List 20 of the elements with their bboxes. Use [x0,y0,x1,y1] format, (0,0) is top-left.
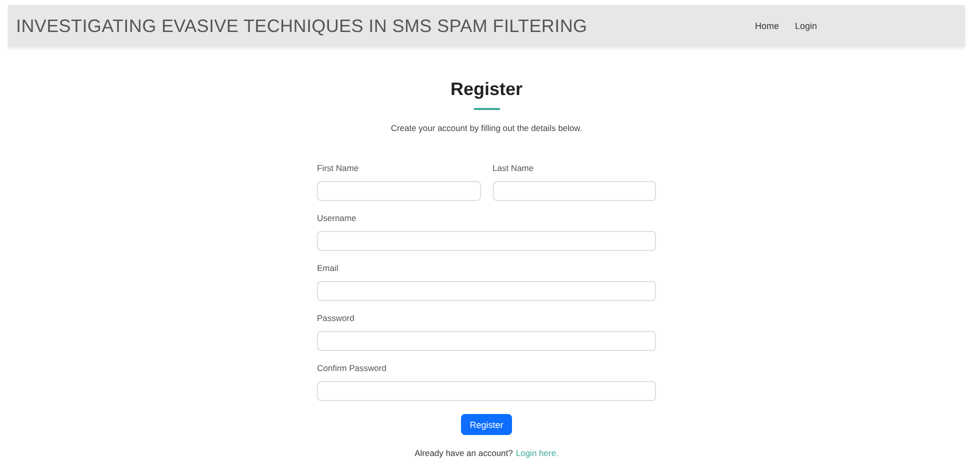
register-button[interactable]: Register [460,414,512,435]
site-title: INVESTIGATING EVASIVE TECHNIQUES IN SMS SPAM FILTERING [16,16,588,36]
input-field[interactable] [317,281,656,301]
heading-underline [474,108,500,110]
input-field[interactable] [492,181,656,201]
nav-link[interactable]: Home [755,21,780,31]
field-label: Confirm Password [317,363,388,374]
input-field[interactable] [317,331,656,351]
nav-link[interactable]: Login [795,21,818,31]
input-field[interactable] [317,381,656,401]
field-label: First Name [317,163,360,174]
input-field[interactable] [317,181,480,201]
field-label: Username [317,213,358,224]
field-label: Email [317,263,340,274]
field-label: Last Name [492,163,535,174]
field-label: Password [317,313,356,324]
input-field[interactable] [317,231,656,251]
page-heading: Register [450,78,523,100]
subtitle: Create your account by filling out the details below. [390,123,582,133]
footer-text: Already have an account? [414,448,513,458]
